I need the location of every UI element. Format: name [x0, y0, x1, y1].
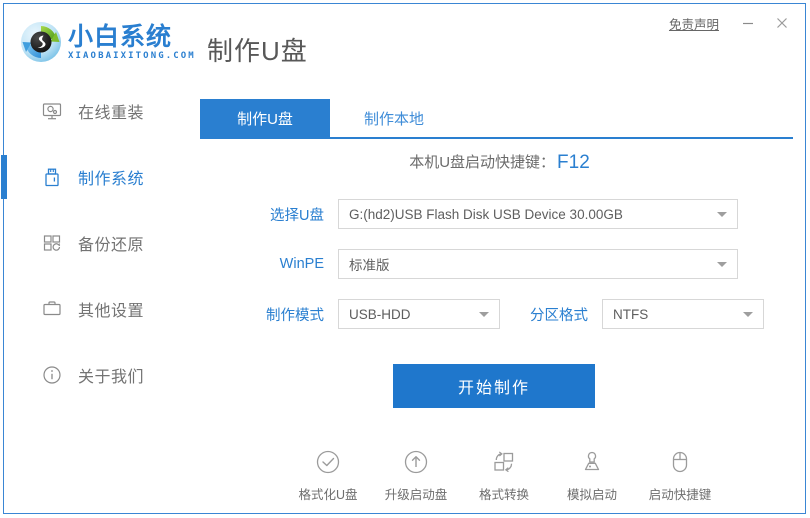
brand-name-en: XIAOBAIXITONG.COM [68, 50, 196, 61]
joystick-icon [577, 447, 607, 477]
mode-label: 制作模式 [266, 307, 324, 324]
sidebar-item-other-settings[interactable]: 其他设置 [4, 287, 194, 331]
sidebar-item-label: 关于我们 [78, 369, 145, 386]
winpe-label: WinPE [279, 256, 324, 272]
app-window: 小白系统 XIAOBAIXITONG.COM 制作U盘 免责声明 在线重装 制作… [1, 3, 806, 514]
sidebar-item-make-system[interactable]: 制作系统 [1, 155, 194, 199]
tool-label: 格式化U盘 [298, 488, 358, 502]
usb-drive-icon [41, 166, 63, 188]
usb-select-value: G:(hd2)USB Flash Disk USB Device 30.00GB [349, 206, 623, 222]
tool-upgrade-boot-disk[interactable]: 升级启动盘 [377, 447, 455, 503]
tool-label: 启动快捷键 [648, 488, 712, 502]
sidebar-item-backup-restore[interactable]: 备份还原 [4, 221, 194, 265]
brand-logo: 小白系统 XIAOBAIXITONG.COM [20, 21, 196, 63]
tab-label: 制作本地 [363, 110, 424, 128]
sidebar-item-online-reinstall[interactable]: 在线重装 [4, 89, 194, 133]
boot-shortcut-key: F12 [557, 152, 590, 173]
sidebar-item-label: 其他设置 [78, 303, 145, 320]
boot-shortcut-info: 本机U盘启动快捷键： F12 [194, 151, 805, 174]
format-convert-icon [489, 447, 519, 477]
minimize-button[interactable] [733, 12, 763, 34]
brand-name-cn: 小白系统 [68, 21, 173, 51]
close-icon [777, 18, 787, 28]
mouse-icon [665, 447, 695, 477]
minimize-icon [743, 22, 753, 25]
mode-value: USB-HDD [349, 306, 411, 322]
sidebar-item-label: 备份还原 [78, 237, 145, 254]
tool-format-convert[interactable]: 格式转换 [465, 447, 543, 503]
winpe-row: WinPE 标准版 [246, 249, 738, 279]
winpe-dropdown[interactable]: 标准版 [338, 249, 738, 279]
partition-dropdown[interactable]: NTFS [602, 299, 764, 329]
tool-label: 升级启动盘 [384, 488, 448, 502]
sidebar-item-label: 制作系统 [78, 171, 145, 188]
sidebar-item-label: 在线重装 [78, 105, 145, 122]
tab-label: 制作U盘 [237, 110, 293, 128]
check-circle-icon [313, 447, 343, 477]
tool-label: 模拟启动 [566, 488, 617, 502]
chevron-down-icon [717, 212, 727, 217]
title-bar: 小白系统 XIAOBAIXITONG.COM 制作U盘 免责声明 [4, 4, 805, 89]
backup-restore-icon [41, 232, 63, 254]
tool-bar: 格式化U盘 升级启动盘 格式转换 模拟启动 启动快捷键 [289, 447, 719, 503]
monitor-icon [41, 100, 63, 122]
usb-select-row: 选择U盘 G:(hd2)USB Flash Disk USB Device 30… [246, 199, 738, 229]
info-circle-icon [41, 364, 63, 386]
usb-select-dropdown[interactable]: G:(hd2)USB Flash Disk USB Device 30.00GB [338, 199, 738, 229]
chevron-down-icon [479, 312, 489, 317]
mode-partition-row: 制作模式 USB-HDD 分区格式 NTFS [246, 299, 764, 329]
tool-label: 格式转换 [478, 488, 529, 502]
chevron-down-icon [717, 262, 727, 267]
tool-boot-shortcut-key[interactable]: 启动快捷键 [641, 447, 719, 503]
logo-mark-icon [20, 21, 62, 63]
tab-make-usb[interactable]: 制作U盘 [200, 99, 330, 137]
tab-make-local[interactable]: 制作本地 [344, 99, 444, 137]
boot-shortcut-text: 本机U盘启动快捷键： [409, 154, 556, 171]
arrow-up-circle-icon [401, 447, 431, 477]
tab-bar: 制作U盘 制作本地 [200, 99, 793, 139]
window-controls: 免责声明 [669, 12, 797, 34]
partition-label: 分区格式 [530, 307, 588, 324]
close-button[interactable] [767, 12, 797, 34]
briefcase-icon [41, 298, 63, 320]
main-content: 制作U盘 制作本地 本机U盘启动快捷键： F12 选择U盘 G:(hd2)USB … [194, 89, 805, 513]
tool-simulate-boot[interactable]: 模拟启动 [553, 447, 631, 503]
active-indicator [1, 155, 7, 199]
partition-value: NTFS [613, 306, 649, 322]
chevron-down-icon [743, 312, 753, 317]
usb-select-label: 选择U盘 [270, 207, 324, 224]
tool-format-usb[interactable]: 格式化U盘 [289, 447, 367, 503]
sidebar-item-about-us[interactable]: 关于我们 [4, 353, 194, 397]
winpe-value: 标准版 [349, 258, 390, 273]
start-make-button[interactable]: 开始制作 [393, 364, 595, 408]
page-title: 制作U盘 [207, 36, 308, 66]
mode-dropdown[interactable]: USB-HDD [338, 299, 500, 329]
sidebar: 在线重装 制作系统 备份还原 其他设置 关于我们 [1, 89, 194, 513]
disclaimer-link[interactable]: 免责声明 [669, 14, 719, 33]
